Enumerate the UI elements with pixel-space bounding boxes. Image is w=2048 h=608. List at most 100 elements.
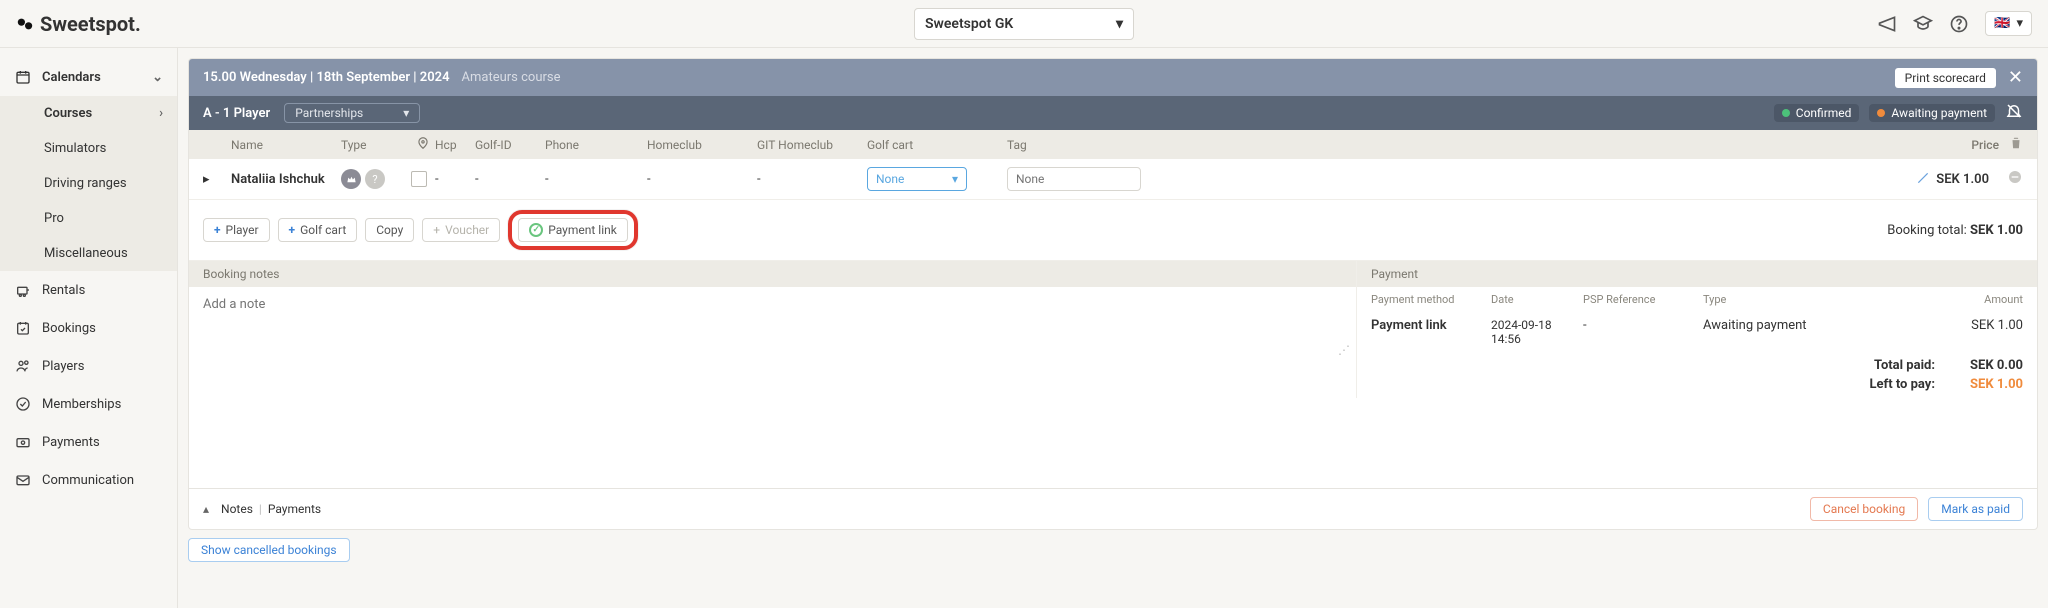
slot-label: A - 1 Player — [203, 106, 270, 121]
content: 15.00 Wednesday | 18th September | 2024 … — [178, 48, 2048, 608]
btn-label: Player — [226, 223, 259, 237]
academy-icon[interactable] — [1913, 14, 1933, 34]
bookings-icon — [14, 319, 32, 337]
footer-payments-link[interactable]: Payments — [262, 502, 327, 516]
notifications-off-icon[interactable] — [2005, 102, 2023, 124]
pc-amount: Amount — [1943, 293, 2023, 306]
booking-total-label: Booking total: — [1887, 223, 1967, 238]
logo-icon — [16, 15, 34, 33]
pay-psp: - — [1583, 318, 1703, 333]
golf-cart-select[interactable]: None ▾ — [867, 167, 967, 191]
communication-icon — [14, 471, 32, 489]
chevron-right-icon: › — [159, 106, 163, 121]
pay-date: 2024-09-18 14:56 — [1491, 318, 1583, 346]
nav-label: Miscellaneous — [44, 246, 128, 261]
left-to-pay-value: SEK 1.00 — [1943, 377, 2023, 392]
btn-label: Voucher — [445, 223, 489, 237]
nav-rentals[interactable]: Rentals — [0, 271, 177, 309]
nav-communication[interactable]: Communication — [0, 461, 177, 499]
payment-link-button[interactable]: ✓ Payment link — [518, 218, 628, 242]
pc-type: Type — [1703, 293, 1873, 306]
resize-handle-icon[interactable]: ⋰ — [1338, 343, 1350, 357]
print-scorecard-button[interactable]: Print scorecard — [1895, 68, 1996, 88]
voucher-button[interactable]: + Voucher — [422, 218, 500, 242]
panel-header: 15.00 Wednesday | 18th September | 2024 … — [189, 59, 2037, 96]
location-checkbox[interactable] — [411, 171, 427, 187]
nav-label: Memberships — [42, 397, 121, 412]
payment-row: Payment link 2024-09-18 14:56 - Awaiting… — [1357, 312, 2037, 352]
highlight-ring: ✓ Payment link — [508, 210, 638, 250]
cancel-booking-button[interactable]: Cancel booking — [1810, 497, 1918, 521]
club-dropdown[interactable]: Sweetspot GK ▾ — [914, 8, 1134, 40]
nav-simulators[interactable]: Simulators — [0, 131, 177, 166]
nav-label: Bookings — [42, 321, 96, 336]
status-text: Awaiting payment — [1891, 106, 1987, 120]
tag-input[interactable] — [1007, 167, 1141, 191]
status-text: Confirmed — [1796, 106, 1852, 120]
col-price: Price — [1919, 138, 1999, 152]
caret-down-icon: ▾ — [403, 106, 409, 120]
nav-players[interactable]: Players — [0, 347, 177, 385]
close-icon[interactable]: ✕ — [2008, 67, 2023, 88]
nav-label: Courses — [44, 106, 92, 121]
cell-homeclub: - — [647, 172, 757, 187]
nav-misc[interactable]: Miscellaneous — [0, 236, 177, 271]
nav-label: Pro — [44, 211, 64, 226]
col-homeclub: Homeclub — [647, 138, 757, 152]
nav-courses[interactable]: Courses › — [0, 96, 177, 131]
pay-amount: SEK 1.00 — [1943, 318, 2023, 333]
pc-date: Date — [1491, 293, 1583, 306]
club-name: Sweetspot GK — [925, 16, 1013, 32]
caret-up-icon[interactable]: ▴ — [203, 502, 209, 516]
payment-totals: Total paid: SEK 0.00 Left to pay: SEK 1.… — [1357, 352, 2037, 398]
pay-type: Awaiting payment — [1703, 318, 1873, 333]
show-cancelled-bookings-button[interactable]: Show cancelled bookings — [188, 538, 350, 562]
price-value: SEK 1.00 — [1936, 172, 1989, 187]
status-confirmed-badge: Confirmed — [1774, 104, 1860, 122]
calendar-icon — [14, 68, 32, 86]
flag-icon: 🇬🇧 — [1994, 16, 2010, 31]
delete-all-icon[interactable] — [1999, 136, 2023, 153]
btn-label: Copy — [376, 223, 403, 237]
plus-icon: + — [289, 223, 296, 237]
btn-label: Payment link — [548, 223, 617, 237]
remove-player-icon[interactable] — [1999, 169, 2023, 189]
partnerships-dropdown[interactable]: Partnerships ▾ — [284, 103, 420, 123]
nav-label: Driving ranges — [44, 176, 127, 191]
pc-method: Payment method — [1371, 293, 1491, 306]
question-icon: ? — [365, 169, 385, 189]
payments-icon — [14, 433, 32, 451]
chevron-down-icon: ▾ — [952, 172, 958, 186]
panel-title: 15.00 Wednesday | 18th September | 2024 — [203, 70, 450, 85]
nav-calendars[interactable]: Calendars ⌄ — [0, 58, 177, 96]
pc-psp: PSP Reference — [1583, 293, 1703, 306]
help-icon[interactable] — [1949, 14, 1969, 34]
nav-pro[interactable]: Pro — [0, 201, 177, 236]
subheader: A - 1 Player Partnerships ▾ Confirmed Aw… — [189, 96, 2037, 130]
location-pin-icon[interactable] — [411, 136, 435, 153]
col-phone: Phone — [545, 138, 647, 152]
add-golf-cart-button[interactable]: + Golf cart — [278, 218, 358, 242]
memberships-icon — [14, 395, 32, 413]
footer-bar: ▴ Notes | Payments Cancel booking Mark a… — [189, 488, 2037, 529]
edit-price-icon[interactable] — [1916, 171, 1930, 188]
player-name[interactable]: Nataliia Ishchuk — [231, 172, 341, 187]
expand-icon[interactable]: ▸ — [203, 172, 231, 187]
col-golfid: Golf-ID — [475, 138, 545, 152]
announcement-icon[interactable] — [1877, 14, 1897, 34]
add-player-button[interactable]: + Player — [203, 218, 270, 242]
language-selector[interactable]: 🇬🇧 ▾ — [1985, 11, 2032, 36]
status-awaiting-badge: Awaiting payment — [1869, 104, 1995, 122]
mark-as-paid-button[interactable]: Mark as paid — [1928, 497, 2023, 521]
nav-driving-ranges[interactable]: Driving ranges — [0, 166, 177, 201]
pay-method: Payment link — [1371, 318, 1491, 333]
nav-bookings[interactable]: Bookings — [0, 309, 177, 347]
dot-icon — [1877, 109, 1885, 117]
players-icon — [14, 357, 32, 375]
footer-notes-link[interactable]: Notes — [215, 502, 259, 516]
notes-textarea[interactable] — [189, 287, 1356, 357]
rentals-icon — [14, 281, 32, 299]
nav-payments[interactable]: Payments — [0, 423, 177, 461]
nav-memberships[interactable]: Memberships — [0, 385, 177, 423]
copy-button[interactable]: Copy — [365, 218, 414, 242]
